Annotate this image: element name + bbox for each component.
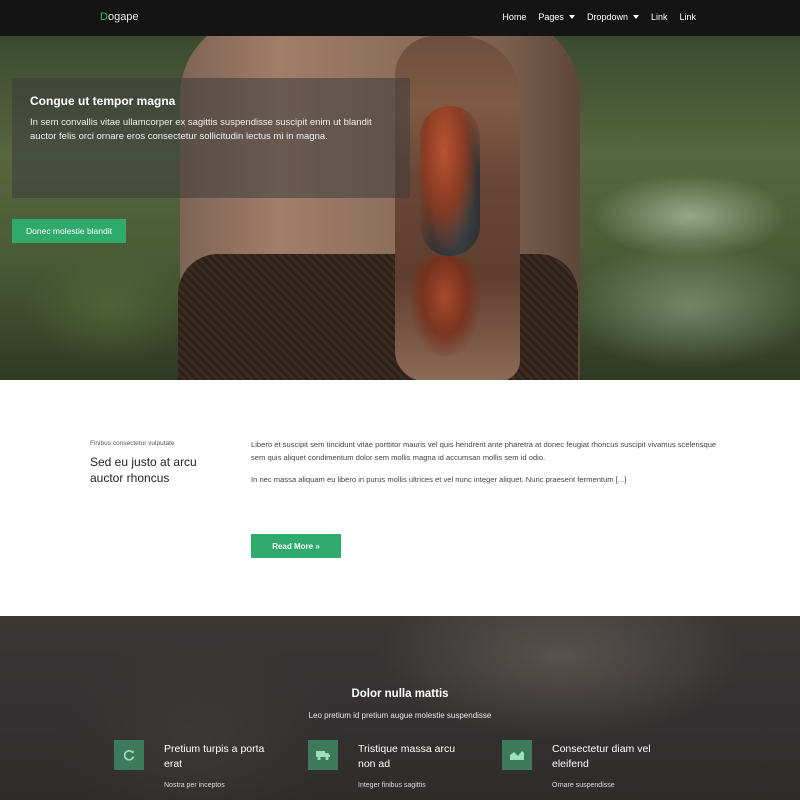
nav-item-label: Link [679,12,696,22]
intro-eyebrow: Finibus consectetur vulputate [90,440,175,447]
feature-subtitle: Integer finibus sagittis [358,782,426,789]
chart-icon [502,740,532,770]
nav-item-link[interactable]: Link [679,12,696,22]
feature-title: Pretium turpis a porta erat [164,743,265,771]
nav-item-link[interactable]: Link [651,12,668,22]
brand-logo[interactable]: Dogape [100,11,139,23]
nav-item-pages[interactable]: Pages [538,12,575,22]
truck-icon [308,740,338,770]
features-section: Dolor nulla mattis Leo pretium id pretiu… [0,616,800,800]
read-more-button[interactable]: Read More » [251,534,341,558]
brand-name: ogape [107,11,139,23]
feature-title: Consectetur diam vel eleifend [552,743,651,771]
feature-title: Tristique massa arcu non ad [358,743,456,771]
hero-caption-text: In sem convallis vitae ullamcorper ex sa… [30,117,372,143]
nav-item-home[interactable]: Home [502,12,526,22]
nav-item-label: Link [650,12,668,22]
feature-subtitle: Nostra per inceptos [164,782,225,789]
refresh-icon [114,740,144,770]
nav-item-label: Dropdown [586,12,628,22]
intro-section: Finibus consectetur vulputate Sed eu jus… [0,380,800,616]
nav-item-label: Pages [538,12,564,22]
features-title: Dolor nulla mattis [351,688,449,700]
features-subtitle: Leo pretium id pretium augue molestie su… [308,711,492,720]
intro-title: Sed eu justo at arcu auctor rhoncus [90,455,197,486]
feature-subtitle: Ornare suspendisse [552,782,615,789]
navbar: Dogape Home Pages Dropdown Link Link [0,0,800,36]
nav-item-dropdown[interactable]: Dropdown [587,12,639,22]
hero-caption-title: Congue ut tempor magna [30,94,176,108]
intro-paragraph: In nec massa aliquam eu libero in purus … [251,474,627,484]
nav-menu: Home Pages Dropdown Link Link [490,12,696,22]
nav-item-label: Home [502,12,527,22]
brand-initial: D [100,11,108,23]
hero-banner: Congue ut tempor magna In sem convallis … [0,36,800,380]
hero-caption: Congue ut tempor magna In sem convallis … [12,78,410,198]
hero-cta-button[interactable]: Donec molestie blandit [12,219,126,243]
caret-down-icon [568,15,575,19]
intro-text: Libero et suscipit sem tincidunt vitae p… [251,438,721,494]
intro-paragraph: Libero et suscipit sem tincidunt vitae p… [251,440,717,463]
caret-down-icon [632,15,639,19]
